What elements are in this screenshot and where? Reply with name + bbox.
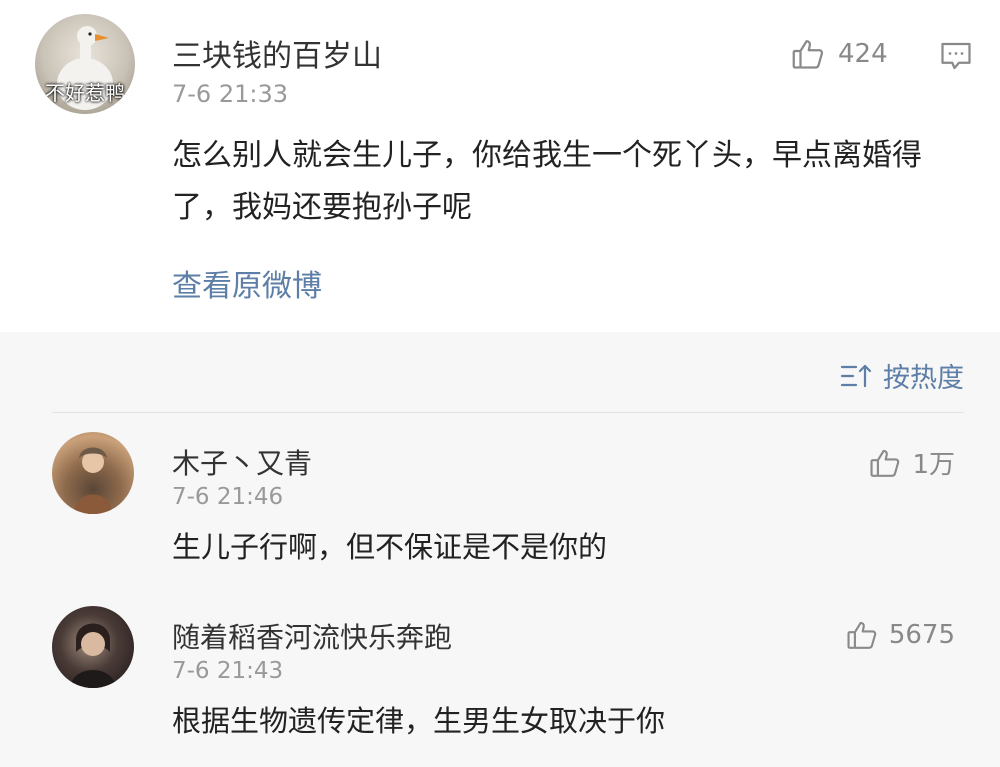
post-username[interactable]: 三块钱的百岁山	[172, 31, 382, 75]
divider	[52, 412, 964, 413]
reply-timestamp: 7-6 21:46	[172, 484, 284, 510]
sort-label: 按热度	[883, 363, 964, 394]
post-like-button[interactable]: 424	[790, 36, 888, 72]
view-original-link[interactable]: 查看原微博	[172, 261, 322, 305]
post-timestamp: 7-6 21:33	[172, 80, 288, 108]
replies-section: 按热度 木子丶又青 7-6 21:46 生儿子行啊，但不保证是不是你的 1万 随…	[0, 332, 1000, 767]
reply-like-count: 5675	[888, 620, 955, 650]
reply-avatar[interactable]	[52, 432, 134, 514]
reply-username[interactable]: 随着稻香河流快乐奔跑	[172, 616, 452, 656]
comment-icon	[938, 38, 974, 74]
post-text: 怎么别人就会生儿子，你给我生一个死丫头，早点离婚得了，我妈还要抱孙子呢	[172, 138, 922, 225]
thumbs-up-icon	[845, 618, 879, 652]
avatar-caption: 不好惹鸭	[45, 81, 125, 105]
reply-like-count: 1万	[912, 450, 955, 480]
thumbs-up-icon	[790, 36, 826, 72]
reply-like-button[interactable]: 1万	[868, 444, 955, 481]
reply-timestamp: 7-6 21:43	[172, 658, 284, 684]
reply-avatar-image	[74, 447, 112, 514]
reply-username[interactable]: 木子丶又青	[172, 442, 312, 482]
post-comment-button[interactable]	[938, 38, 974, 74]
reply-text: 生儿子行啊，但不保证是不是你的	[172, 530, 608, 564]
sort-button[interactable]: 按热度	[839, 356, 964, 395]
sort-icon	[839, 362, 873, 390]
thumbs-up-icon	[868, 446, 902, 480]
post-like-count: 424	[838, 39, 888, 69]
main-post: 不好惹鸭 三块钱的百岁山 7-6 21:33 424 怎么别人就会生儿子，你给我…	[0, 0, 1000, 332]
reply-avatar[interactable]	[52, 606, 134, 688]
user-avatar[interactable]: 不好惹鸭	[35, 14, 135, 114]
reply-text: 根据生物遗传定律，生男生女取决于你	[172, 704, 666, 738]
reply-avatar-image	[70, 623, 116, 688]
reply-like-button[interactable]: 5675	[845, 618, 955, 652]
